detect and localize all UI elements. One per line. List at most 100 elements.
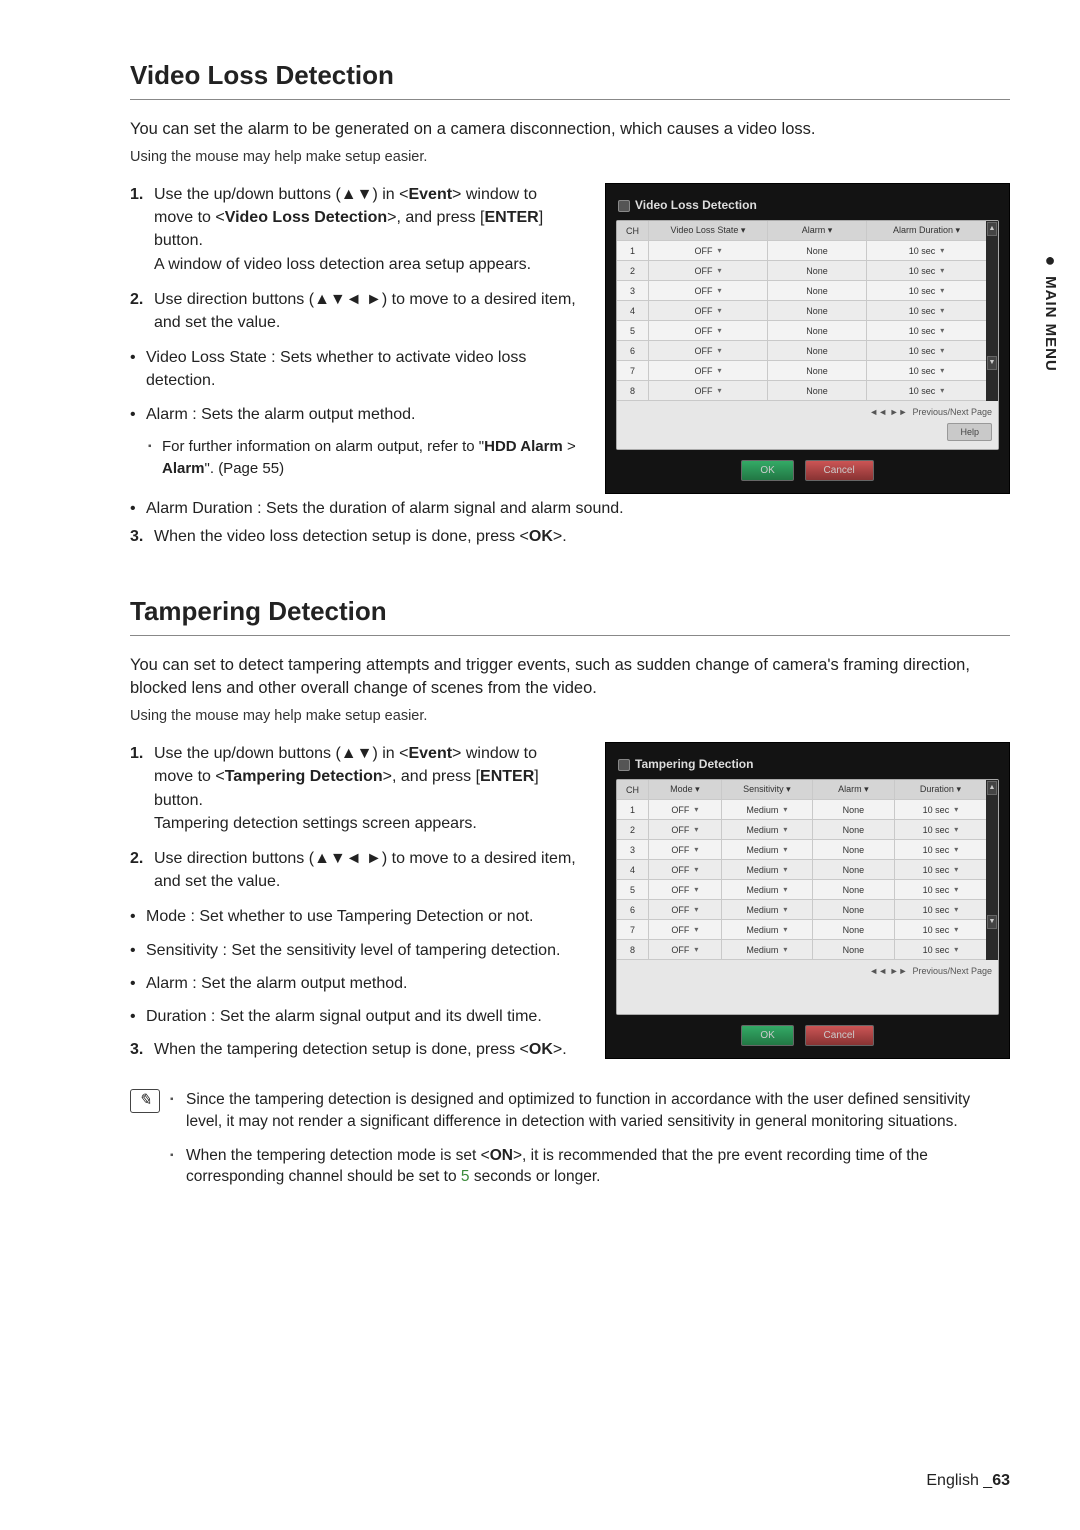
td-intro: You can set to detect tampering attempts… bbox=[130, 654, 1010, 700]
ok-button[interactable]: OK bbox=[741, 460, 793, 481]
cell-duration[interactable]: 10 sec bbox=[867, 341, 986, 360]
col-sens[interactable]: Sensitivity ▾ bbox=[722, 780, 813, 799]
cell-alarm[interactable]: None bbox=[813, 900, 895, 919]
table-row: 5OFFMediumNone10 sec bbox=[617, 880, 986, 900]
step-number: 2. bbox=[130, 288, 154, 334]
col-mode[interactable]: Mode ▾ bbox=[649, 780, 722, 799]
cell-alarm[interactable]: None bbox=[813, 920, 895, 939]
cell-duration[interactable]: 10 sec bbox=[867, 381, 986, 400]
col-duration[interactable]: Duration ▾ bbox=[895, 780, 986, 799]
scroll-up-icon[interactable]: ▲ bbox=[987, 781, 997, 795]
cell-alarm[interactable]: None bbox=[768, 361, 867, 380]
cell-mode[interactable]: OFF bbox=[649, 820, 722, 839]
cell-sens[interactable]: Medium bbox=[722, 800, 813, 819]
table-row: 4OFFMediumNone10 sec bbox=[617, 860, 986, 880]
cell-duration[interactable]: 10 sec bbox=[895, 900, 986, 919]
td-pager[interactable]: ◄◄ ►► Previous/Next Page bbox=[617, 960, 998, 978]
col-alarm[interactable]: Alarm ▾ bbox=[768, 221, 867, 240]
vld-dialog-figure: Video Loss Detection CH Video Loss State… bbox=[605, 183, 1010, 494]
col-alarm[interactable]: Alarm ▾ bbox=[813, 780, 895, 799]
cell-mode[interactable]: OFF bbox=[649, 800, 722, 819]
cell-mode[interactable]: OFF bbox=[649, 840, 722, 859]
cell-state[interactable]: OFF bbox=[649, 281, 768, 300]
cell-alarm[interactable]: None bbox=[813, 820, 895, 839]
td-dialog-title: Tampering Detection bbox=[616, 753, 999, 779]
cell-alarm[interactable]: None bbox=[768, 261, 867, 280]
vld-table: CH Video Loss State ▾ Alarm ▾ Alarm Dura… bbox=[617, 221, 986, 401]
cell-duration[interactable]: 10 sec bbox=[895, 920, 986, 939]
cell-state[interactable]: OFF bbox=[649, 381, 768, 400]
cell-duration[interactable]: 10 sec bbox=[895, 940, 986, 959]
cell-sens[interactable]: Medium bbox=[722, 920, 813, 939]
note-icon: ✎ bbox=[130, 1089, 160, 1113]
td-bullet-2: •Sensitivity : Set the sensitivity level… bbox=[130, 939, 580, 962]
td-table: CH Mode ▾ Sensitivity ▾ Alarm ▾ Duration… bbox=[617, 780, 986, 960]
col-ch: CH bbox=[617, 221, 649, 240]
cell-alarm[interactable]: None bbox=[813, 860, 895, 879]
scrollbar[interactable]: ▲ ▼ bbox=[986, 780, 998, 960]
scroll-down-icon[interactable]: ▼ bbox=[987, 915, 997, 929]
step-body: When the tampering detection setup is do… bbox=[154, 1038, 580, 1061]
cell-ch: 1 bbox=[617, 800, 649, 819]
cell-duration[interactable]: 10 sec bbox=[895, 800, 986, 819]
table-row: 3OFFMediumNone10 sec bbox=[617, 840, 986, 860]
vld-title: Video Loss Detection bbox=[130, 60, 1010, 100]
table-row: 4OFFNone10 sec bbox=[617, 301, 986, 321]
cell-duration[interactable]: 10 sec bbox=[895, 820, 986, 839]
scroll-up-icon[interactable]: ▲ bbox=[987, 222, 997, 236]
cell-mode[interactable]: OFF bbox=[649, 920, 722, 939]
cell-duration[interactable]: 10 sec bbox=[895, 880, 986, 899]
cell-mode[interactable]: OFF bbox=[649, 900, 722, 919]
cell-sens[interactable]: Medium bbox=[722, 840, 813, 859]
col-duration[interactable]: Alarm Duration ▾ bbox=[867, 221, 986, 240]
cell-mode[interactable]: OFF bbox=[649, 860, 722, 879]
cell-sens[interactable]: Medium bbox=[722, 880, 813, 899]
cell-duration[interactable]: 10 sec bbox=[867, 301, 986, 320]
vld-pager[interactable]: ◄◄ ►► Previous/Next Page bbox=[617, 401, 998, 419]
ok-button[interactable]: OK bbox=[741, 1025, 793, 1046]
cell-alarm[interactable]: None bbox=[768, 281, 867, 300]
cancel-button[interactable]: Cancel bbox=[805, 1025, 874, 1046]
cell-sens[interactable]: Medium bbox=[722, 860, 813, 879]
cell-duration[interactable]: 10 sec bbox=[867, 261, 986, 280]
col-state[interactable]: Video Loss State ▾ bbox=[649, 221, 768, 240]
vld-bullet-1: •Video Loss State : Sets whether to acti… bbox=[130, 346, 580, 392]
step-body: Use the up/down buttons (▲▼) in <Event> … bbox=[154, 742, 580, 835]
cell-alarm[interactable]: None bbox=[768, 381, 867, 400]
cell-sens[interactable]: Medium bbox=[722, 820, 813, 839]
help-button[interactable]: Help bbox=[947, 423, 992, 441]
cell-state[interactable]: OFF bbox=[649, 341, 768, 360]
cell-alarm[interactable]: None bbox=[813, 940, 895, 959]
cell-alarm[interactable]: None bbox=[768, 301, 867, 320]
cell-state[interactable]: OFF bbox=[649, 241, 768, 260]
cell-alarm[interactable]: None bbox=[813, 880, 895, 899]
table-row: 2OFFNone10 sec bbox=[617, 261, 986, 281]
vld-bullet-3: •Alarm Duration : Sets the duration of a… bbox=[130, 500, 1010, 518]
cell-duration[interactable]: 10 sec bbox=[867, 321, 986, 340]
cell-sens[interactable]: Medium bbox=[722, 940, 813, 959]
cell-ch: 3 bbox=[617, 281, 649, 300]
cell-alarm[interactable]: None bbox=[813, 840, 895, 859]
cell-alarm[interactable]: None bbox=[768, 241, 867, 260]
cell-alarm[interactable]: None bbox=[813, 800, 895, 819]
cell-mode[interactable]: OFF bbox=[649, 880, 722, 899]
cell-duration[interactable]: 10 sec bbox=[895, 860, 986, 879]
cancel-button[interactable]: Cancel bbox=[805, 460, 874, 481]
cell-state[interactable]: OFF bbox=[649, 361, 768, 380]
cell-sens[interactable]: Medium bbox=[722, 900, 813, 919]
cell-state[interactable]: OFF bbox=[649, 301, 768, 320]
td-step-1: 1. Use the up/down buttons (▲▼) in <Even… bbox=[130, 742, 580, 835]
vld-step-1: 1. Use the up/down buttons (▲▼) in <Even… bbox=[130, 183, 580, 276]
cell-duration[interactable]: 10 sec bbox=[867, 281, 986, 300]
vld-bullet-2: •Alarm : Sets the alarm output method. bbox=[130, 403, 580, 426]
cell-duration[interactable]: 10 sec bbox=[895, 840, 986, 859]
cell-state[interactable]: OFF bbox=[649, 261, 768, 280]
cell-mode[interactable]: OFF bbox=[649, 940, 722, 959]
cell-alarm[interactable]: None bbox=[768, 321, 867, 340]
cell-duration[interactable]: 10 sec bbox=[867, 241, 986, 260]
scrollbar[interactable]: ▲ ▼ bbox=[986, 221, 998, 401]
cell-alarm[interactable]: None bbox=[768, 341, 867, 360]
cell-state[interactable]: OFF bbox=[649, 321, 768, 340]
scroll-down-icon[interactable]: ▼ bbox=[987, 356, 997, 370]
cell-duration[interactable]: 10 sec bbox=[867, 361, 986, 380]
